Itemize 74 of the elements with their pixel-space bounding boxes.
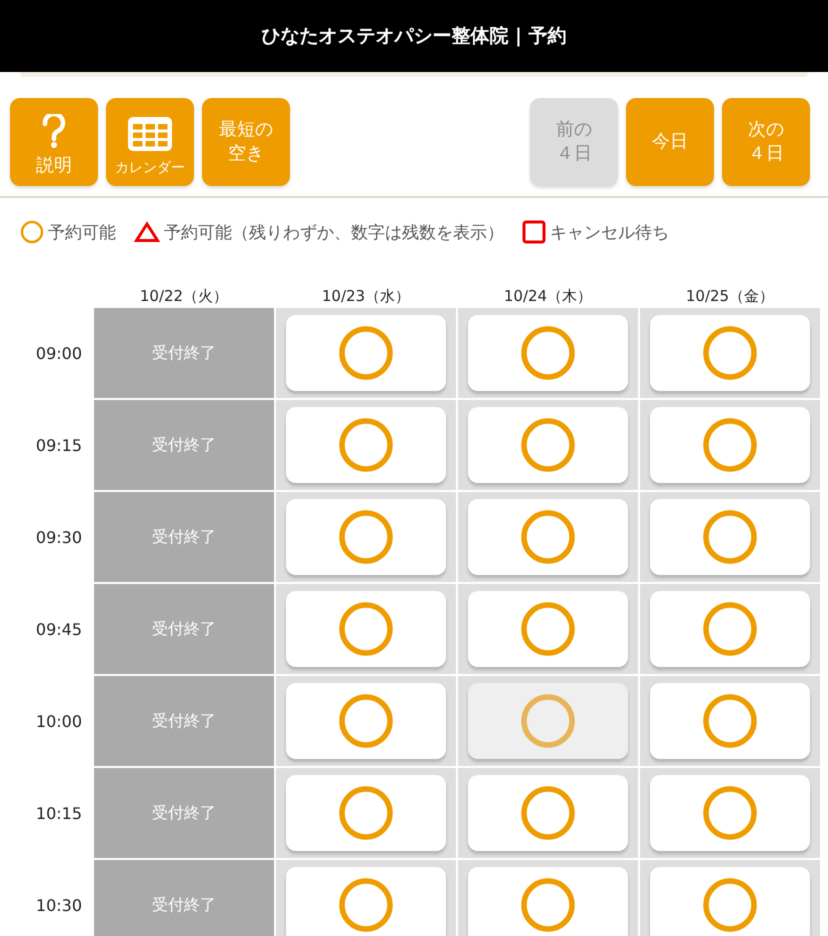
circle-icon xyxy=(702,417,758,473)
circle-icon xyxy=(338,417,394,473)
time-label: 09:00 xyxy=(34,342,83,364)
slot-button[interactable] xyxy=(286,499,446,575)
toolbar-button[interactable]: 次の４日 xyxy=(722,98,810,186)
slot-button[interactable] xyxy=(650,775,810,851)
slot-button[interactable] xyxy=(286,315,446,391)
slot-button[interactable] xyxy=(286,775,446,851)
closed-cell: 受付終了 xyxy=(94,308,274,398)
circle-icon xyxy=(520,877,576,933)
help-icon xyxy=(40,114,68,148)
circle-icon xyxy=(702,509,758,565)
circle-icon xyxy=(338,785,394,841)
circle-icon xyxy=(702,877,758,933)
column-header: 10/23（水） xyxy=(320,287,412,306)
page-title: ひなたオステオパシー整体院 | 予約 xyxy=(261,24,567,49)
column-header: 10/24（木） xyxy=(502,287,594,306)
slot-button[interactable] xyxy=(468,315,628,391)
slot-button[interactable] xyxy=(468,499,628,575)
toolbar-button[interactable]: 説明 xyxy=(10,98,98,186)
slot-button[interactable] xyxy=(650,591,810,667)
circle-icon xyxy=(520,325,576,381)
slot-button[interactable] xyxy=(650,499,810,575)
slot-button[interactable] xyxy=(468,591,628,667)
column-header: 10/25（金） xyxy=(684,287,776,306)
legend-label: 予約可能 xyxy=(48,222,116,244)
closed-cell: 受付終了 xyxy=(94,860,274,936)
column-header: 10/22（火） xyxy=(138,287,230,306)
slot-button[interactable] xyxy=(468,775,628,851)
slot-button[interactable] xyxy=(286,683,446,759)
time-label: 09:15 xyxy=(34,434,83,456)
closed-cell: 受付終了 xyxy=(94,676,274,766)
circle-icon xyxy=(702,325,758,381)
closed-cell: 受付終了 xyxy=(94,492,274,582)
time-label: 09:45 xyxy=(34,618,83,640)
slot-button[interactable] xyxy=(468,683,628,759)
circle-icon xyxy=(520,509,576,565)
slot-button[interactable] xyxy=(650,407,810,483)
triangle-icon xyxy=(134,221,160,243)
closed-cell: 受付終了 xyxy=(94,584,274,674)
toolbar-button[interactable]: 最短の空き xyxy=(202,98,290,186)
slot-button[interactable] xyxy=(468,407,628,483)
circle-icon xyxy=(338,325,394,381)
circle-icon xyxy=(338,601,394,657)
slot-button[interactable] xyxy=(286,407,446,483)
time-label: 10:00 xyxy=(34,710,83,732)
circle-icon xyxy=(338,877,394,933)
slot-button[interactable] xyxy=(286,591,446,667)
circle-icon xyxy=(20,220,44,244)
legend-label: 予約可能（残りわずか、数字は残数を表示） xyxy=(164,222,504,244)
closed-cell: 受付終了 xyxy=(94,768,274,858)
circle-icon xyxy=(520,693,576,749)
slot-button[interactable] xyxy=(650,867,810,936)
circle-icon xyxy=(520,601,576,657)
circle-icon xyxy=(520,785,576,841)
grid-icon xyxy=(126,115,174,154)
legend-label: キャンセル待ち xyxy=(550,222,669,244)
time-label: 10:30 xyxy=(34,894,83,916)
circle-icon xyxy=(338,509,394,565)
toolbar-button[interactable]: カレンダー xyxy=(106,98,194,186)
circle-icon xyxy=(702,601,758,657)
toolbar-button[interactable]: 今日 xyxy=(626,98,714,186)
time-label: 10:15 xyxy=(34,802,83,824)
square-icon xyxy=(522,220,546,244)
closed-cell: 受付終了 xyxy=(94,400,274,490)
slot-button[interactable] xyxy=(468,867,628,936)
circle-icon xyxy=(338,693,394,749)
slot-button[interactable] xyxy=(286,867,446,936)
circle-icon xyxy=(702,785,758,841)
time-label: 09:30 xyxy=(34,526,83,548)
circle-icon xyxy=(520,417,576,473)
circle-icon xyxy=(702,693,758,749)
slot-button[interactable] xyxy=(650,315,810,391)
slot-button[interactable] xyxy=(650,683,810,759)
